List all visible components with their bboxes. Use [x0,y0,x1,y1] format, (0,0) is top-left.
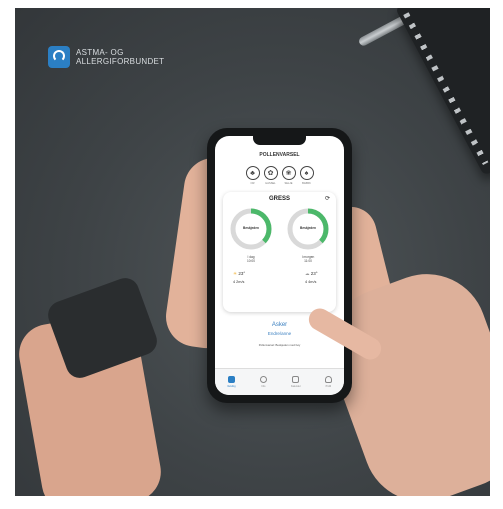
pollen-type-labels: OR HASSEL SELJE BJØRK [215,182,344,185]
logo: ASTMA- OG ALLERGIFORBUNDET [48,46,164,68]
phone-notch [253,136,306,145]
pollen-label: BJØRK [302,182,311,185]
logo-line-2: ALLERGIFORBUNDET [76,57,165,66]
logo-line-1: ASTMA- OG [76,48,124,57]
phone: POLLENVARSEL ♣ ✿ ❀ ♠ OR HASSEL SELJE BJØ… [207,128,352,403]
pollen-label: SELJE [284,182,293,185]
pollen-type-selector: ♣ ✿ ❀ ♠ [215,166,344,180]
tab-label: Profil [325,385,332,388]
phone-screen: POLLENVARSEL ♣ ✿ ❀ ♠ OR HASSEL SELJE BJØ… [215,136,344,395]
info-icon [259,376,267,383]
cloud-icon: ☁ [305,271,310,276]
logo-icon [48,46,70,68]
tomorrow-time: 11:00 [304,259,312,263]
hazel-icon[interactable]: ✿ [263,166,278,180]
forecast-card: GRESS ⟳ Beskjeden Beskjeden I dag 10:00 [223,192,336,312]
today-level: Beskjeden [243,226,259,230]
willow-icon[interactable]: ❀ [281,166,296,180]
photo-background: ASTMA- OG ALLERGIFORBUNDET POLLENVARSEL … [15,8,490,496]
today-time: 10:00 [247,259,255,263]
today-temp: 23° [238,271,246,276]
refresh-icon[interactable]: ⟳ [325,195,330,202]
forecast-tab-icon [227,376,235,383]
card-title: GRESS [268,196,290,202]
notebook-rings [403,12,489,166]
tab-profil[interactable]: Profil [324,376,332,388]
person-icon [324,376,332,383]
tab-kalender[interactable]: Kalender [291,376,301,388]
tomorrow-level: Beskjeden [300,226,316,230]
tomorrow-wind: 4 4m/s [305,280,317,284]
notebook [395,8,490,176]
birch-icon[interactable]: ♠ [299,166,314,180]
today-wind: 4 2m/s [233,280,245,284]
tab-bar: Varsling Info Kalender Profil [215,368,344,395]
tab-info[interactable]: Info [259,376,267,388]
app-title: POLLENVARSEL [259,152,300,158]
tab-label: Info [261,385,266,388]
tab-label: Kalender [291,385,301,388]
sun-icon: ☀ [233,271,238,276]
pollen-label: OR [250,182,255,185]
pollen-label: HASSEL [265,182,276,185]
tab-varsling[interactable]: Varsling [227,376,236,388]
forecast-note: Pollenvarsel: Beskjeden med høy [258,343,301,347]
calendar-icon [292,376,300,383]
alder-icon[interactable]: ♣ [245,166,260,180]
tab-label: Varsling [227,385,236,388]
tomorrow-temp: 23° [310,271,318,276]
